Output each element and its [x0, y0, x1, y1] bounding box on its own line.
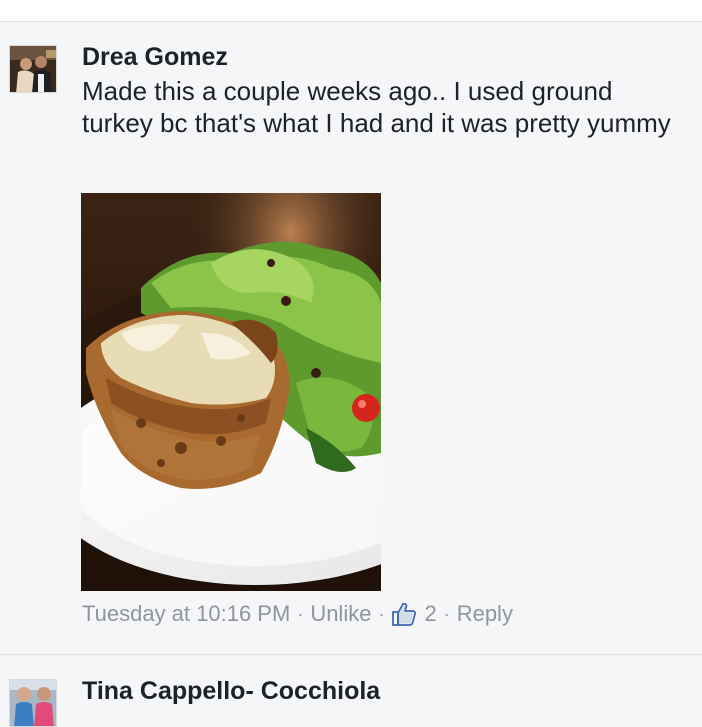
comment-photo[interactable]: [81, 193, 381, 591]
avatar-photo: [10, 680, 56, 726]
unlike-link[interactable]: Unlike: [310, 601, 371, 627]
like-count[interactable]: 2: [424, 601, 436, 627]
comment-author[interactable]: Drea Gomez: [82, 43, 228, 72]
meta-separator: ·: [443, 603, 450, 624]
meta-separator: ·: [297, 603, 304, 624]
comment-timestamp[interactable]: Tuesday at 10:16 PM: [82, 601, 290, 627]
avatar[interactable]: [9, 45, 57, 93]
reply-link[interactable]: Reply: [457, 601, 513, 627]
comment-drea-gomez: Drea Gomez Made this a couple weeks ago.…: [0, 0, 702, 655]
lasagna-photo: [81, 193, 381, 591]
comment-meta: Tuesday at 10:16 PM · Unlike · 2 · Reply: [82, 598, 513, 630]
comment-tina-cappello: Tina Cappello- Cocchiola: [0, 655, 702, 727]
avatar-photo: [10, 46, 56, 92]
thumbs-up-icon[interactable]: [391, 601, 417, 627]
comment-text: Made this a couple weeks ago.. I used gr…: [82, 76, 671, 138]
avatar[interactable]: [9, 679, 57, 727]
meta-separator: ·: [378, 603, 385, 624]
